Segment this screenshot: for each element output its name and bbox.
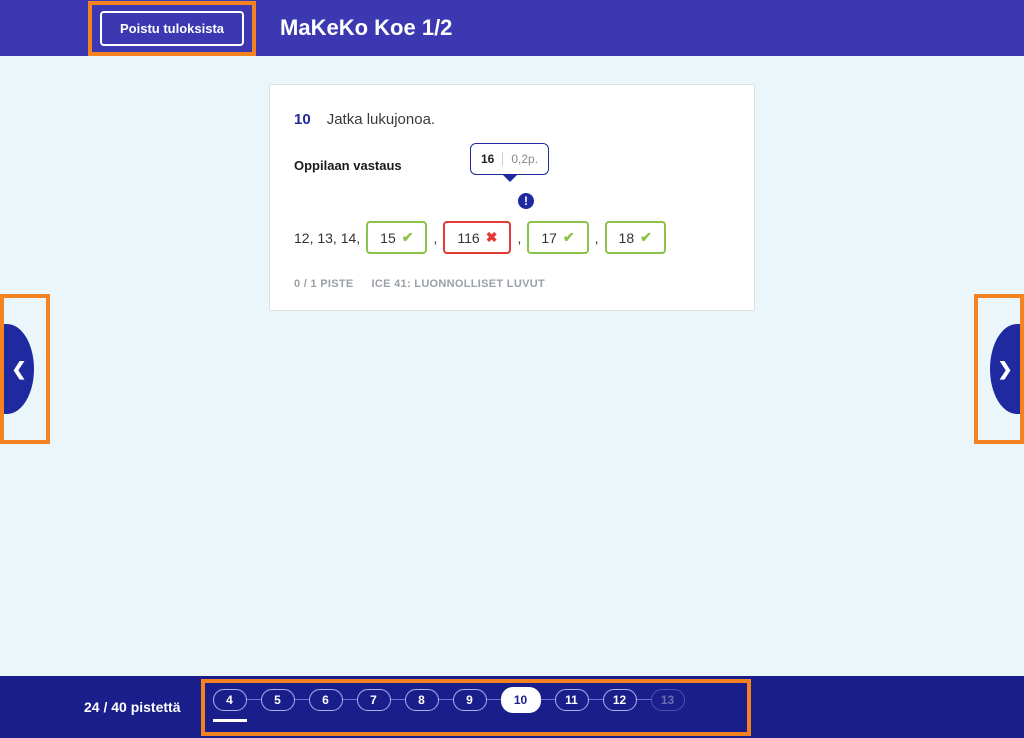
pager-item-5[interactable]: 5 (261, 689, 295, 711)
score-meta: 0 / 1 PISTE (294, 278, 354, 290)
check-icon: ✔ (563, 229, 575, 246)
chevron-right-icon: ❯ (997, 359, 1012, 380)
check-icon: ✔ (402, 229, 414, 246)
pager-link (589, 699, 603, 700)
chevron-left-icon: ❮ (11, 359, 26, 380)
tooltip-value: 16 (481, 152, 494, 166)
pager-link (391, 699, 405, 700)
page-title: MaKeKo Koe 1/2 (280, 15, 452, 41)
separator: , (517, 230, 521, 246)
question-prompt: Jatka lukujonoa. (327, 111, 435, 128)
pager-link (439, 699, 453, 700)
answer-value: 15 (380, 230, 396, 246)
cross-icon: ✖ (486, 229, 498, 246)
pager-link (247, 699, 261, 700)
answer-box: 17 ✔ (527, 221, 588, 254)
question-pager: 456789 10 11 12 13 (213, 687, 739, 713)
pager-item-9[interactable]: 9 (453, 689, 487, 711)
answer-sequence: 12, 13, 14, 15 ✔ , 116 ✖ , 17 ✔ , 18 ✔ (294, 221, 730, 254)
correct-answer-tooltip: 16 0,2p. (470, 143, 549, 175)
question-card: 10 Jatka lukujonoa. Oppilaan vastaus 16 … (269, 84, 755, 311)
sequence-prefix: 12, 13, 14, (294, 230, 360, 246)
prev-question-button[interactable]: ❮ (4, 324, 34, 414)
exit-highlight: Poistu tuloksista (88, 1, 256, 56)
alert-icon: ! (516, 191, 536, 211)
question-number: 10 (294, 111, 311, 128)
exit-results-button[interactable]: Poistu tuloksista (100, 11, 244, 46)
question-meta: 0 / 1 PISTE ICE 41: LUONNOLLISET LUVUT (294, 278, 730, 290)
pager-item-11[interactable]: 11 (555, 689, 589, 711)
pager-link (487, 699, 501, 700)
tooltip-points: 0,2p. (511, 152, 538, 166)
tooltip-divider (502, 152, 503, 166)
prev-highlight: ❮ (0, 294, 50, 444)
pager-item-6[interactable]: 6 (309, 689, 343, 711)
pager-item-12[interactable]: 12 (603, 689, 637, 711)
pager-item-13[interactable]: 13 (651, 689, 685, 711)
header-bar: Poistu tuloksista MaKeKo Koe 1/2 (0, 0, 1024, 56)
pager-item-7[interactable]: 7 (357, 689, 391, 711)
answer-value: 18 (619, 230, 635, 246)
pager-item-10[interactable]: 10 (501, 687, 541, 713)
answer-box: 18 ✔ (605, 221, 666, 254)
next-highlight: ❯ (974, 294, 1024, 444)
pager-link (343, 699, 357, 700)
total-score: 24 / 40 pistettä (84, 699, 181, 715)
footer-bar: 24 / 40 pistettä 456789 10 11 12 13 (0, 676, 1024, 738)
topic-meta: ICE 41: LUONNOLLISET LUVUT (372, 278, 545, 290)
pager-item-8[interactable]: 8 (405, 689, 439, 711)
separator: , (433, 230, 437, 246)
answer-box: 116 ✖ (443, 221, 511, 254)
check-icon: ✔ (640, 229, 652, 246)
answer-value: 17 (541, 230, 557, 246)
separator: , (595, 230, 599, 246)
pager-underline (213, 719, 247, 722)
answer-value: 116 (457, 230, 479, 246)
pager-link (637, 699, 651, 700)
pager-highlight: 456789 10 11 12 13 (201, 679, 751, 736)
pager-item-4[interactable]: 4 (213, 689, 247, 711)
answer-box: 15 ✔ (366, 221, 427, 254)
pager-link (541, 699, 555, 700)
next-question-button[interactable]: ❯ (990, 324, 1020, 414)
pager-link (295, 699, 309, 700)
